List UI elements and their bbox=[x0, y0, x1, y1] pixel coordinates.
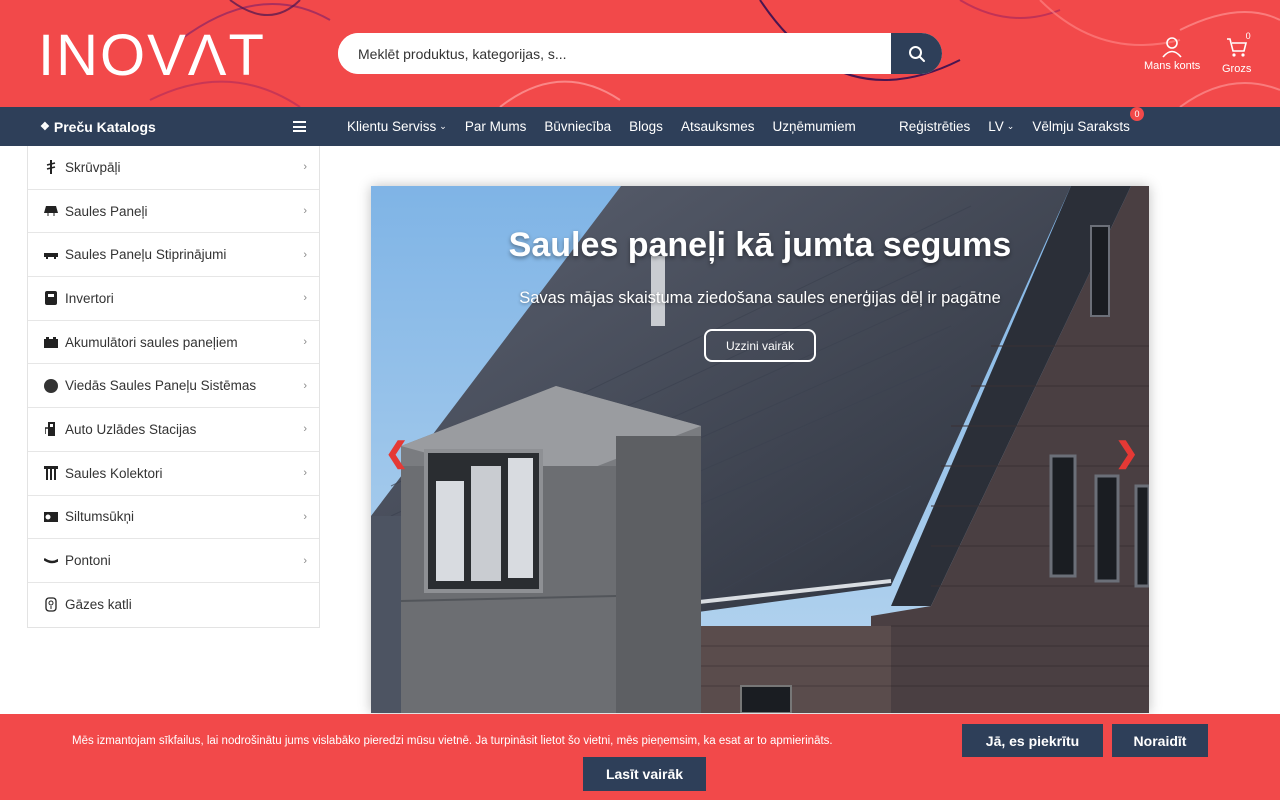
cart-icon-wrap: 0 bbox=[1226, 31, 1251, 61]
sidebar-item-skruvpali[interactable]: Skrūvpāļi › bbox=[28, 146, 319, 190]
cart-label: Grozs bbox=[1222, 63, 1252, 75]
category-sidebar: Skrūvpāļi › Saules Paneļi › Saules Paneļ… bbox=[27, 146, 320, 628]
cart-link[interactable]: 0 Grozs bbox=[1222, 31, 1252, 75]
chevron-right-icon: › bbox=[303, 467, 307, 480]
sidebar-item-label: Auto Uzlādes Stacijas bbox=[65, 421, 197, 437]
read-more-button[interactable]: Lasīt vairāk bbox=[583, 757, 706, 791]
search-icon bbox=[908, 45, 925, 62]
account-link[interactable]: Mans konts bbox=[1144, 36, 1200, 72]
wishlist-label: Vēlmju Saraksts bbox=[1032, 119, 1130, 134]
hero-slider: Saules paneļi kā jumta segums Savas māja… bbox=[371, 186, 1149, 713]
catalog-toggle[interactable]: ❖ Preču Katalogs bbox=[40, 107, 156, 146]
hero-subtitle: Savas mājas skaistuma ziedošana saules e… bbox=[519, 289, 1001, 307]
chevron-right-icon: › bbox=[303, 205, 307, 218]
sidebar-item-label: Akumulātori saules paneļiem bbox=[65, 334, 238, 350]
search-button[interactable] bbox=[891, 33, 942, 74]
cart-count-badge: 0 bbox=[1245, 31, 1251, 41]
sidebar-item-label: Saules Paneļi bbox=[65, 203, 148, 219]
cookie-text: Mēs izmantojam sīkfailus, lai nodrošināt… bbox=[72, 735, 833, 747]
nav-item-blogs[interactable]: Blogs bbox=[629, 119, 663, 134]
hero-house-image bbox=[371, 186, 1149, 713]
chevron-right-icon: › bbox=[303, 379, 307, 392]
site-header: INOVΛT Mans konts 0 Grozs bbox=[0, 0, 1280, 107]
nav-item-label: Būvniecība bbox=[544, 119, 612, 134]
search-input[interactable] bbox=[338, 33, 891, 74]
mount-icon bbox=[44, 248, 58, 262]
nav-menu: Klientu Serviss ⌄ Par Mums Būvniecība Blo… bbox=[347, 107, 874, 146]
register-label: Reģistrēties bbox=[899, 119, 971, 134]
battery-icon bbox=[44, 335, 58, 349]
chevron-right-icon: › bbox=[303, 248, 307, 261]
sidebar-item-stiprinajumi[interactable]: Saules Paneļu Stiprinājumi › bbox=[28, 233, 319, 278]
language-label: LV bbox=[988, 119, 1004, 134]
chevron-right-icon[interactable]: ❯ bbox=[1115, 436, 1138, 469]
hamburger-icon[interactable] bbox=[293, 121, 306, 132]
gas-boiler-icon bbox=[44, 597, 58, 612]
sidebar-item-siltumsukni[interactable]: Siltumsūkņi › bbox=[28, 496, 319, 540]
site-logo[interactable]: INOVΛT bbox=[38, 27, 266, 85]
chevron-down-icon: ⌄ bbox=[1006, 121, 1015, 131]
sidebar-item-saules-kolektori[interactable]: Saules Kolektori › bbox=[28, 452, 319, 496]
sidebar-item-label: Gāzes katli bbox=[65, 597, 132, 613]
pontoon-icon bbox=[44, 554, 58, 568]
cookie-consent-bar: Mēs izmantojam sīkfailus, lai nodrošināt… bbox=[0, 714, 1280, 800]
sidebar-item-gazes-katli[interactable]: Gāzes katli bbox=[28, 583, 319, 627]
sidebar-item-saules-paneli[interactable]: Saules Paneļi › bbox=[28, 190, 319, 234]
solar-panel-icon bbox=[44, 204, 58, 218]
chevron-right-icon: › bbox=[303, 510, 307, 523]
nav-item-buvnieciba[interactable]: Būvniecība bbox=[544, 119, 611, 134]
diamond-icon: ❖ bbox=[40, 121, 50, 133]
ev-charger-icon bbox=[44, 422, 58, 437]
decline-cookies-button[interactable]: Noraidīt bbox=[1112, 724, 1208, 757]
heat-pump-icon bbox=[44, 510, 58, 524]
sidebar-item-viedas-sistemas[interactable]: Viedās Saules Paneļu Sistēmas › bbox=[28, 364, 319, 409]
chevron-right-icon: › bbox=[303, 554, 307, 567]
chevron-down-icon: ⌄ bbox=[439, 121, 447, 131]
user-icon bbox=[1162, 37, 1182, 58]
nav-item-par-mums[interactable]: Par Mums bbox=[465, 119, 527, 134]
sidebar-item-label: Saules Kolektori bbox=[65, 465, 163, 481]
nav-item-label: Par Mums bbox=[464, 119, 527, 134]
nav-right: Reģistrēties LV ⌄ Vēlmju Saraksts bbox=[899, 107, 1148, 146]
chevron-right-icon: › bbox=[303, 336, 307, 349]
account-label: Mans konts bbox=[1144, 60, 1201, 72]
solar-collector-icon bbox=[44, 466, 58, 481]
chevron-right-icon: › bbox=[303, 423, 307, 436]
sidebar-item-invertori[interactable]: Invertori › bbox=[28, 277, 319, 321]
main-navbar: ❖ Preču Katalogs Klientu Serviss ⌄ Par Mu… bbox=[0, 107, 1280, 146]
sidebar-item-label: Saules Paneļu Stiprinājumi bbox=[65, 247, 227, 263]
nav-item-label: Blogs bbox=[629, 119, 663, 134]
wishlist-link[interactable]: Vēlmju Saraksts bbox=[1032, 119, 1130, 134]
nav-item-atsauksmes[interactable]: Atsauksmes bbox=[681, 119, 755, 134]
nav-item-uznemumiem[interactable]: Uzņēmumiem bbox=[772, 119, 855, 134]
sidebar-item-label: Viedās Saules Paneļu Sistēmas bbox=[65, 378, 257, 394]
sidebar-item-uzlades-stacijas[interactable]: Auto Uzlādes Stacijas › bbox=[28, 408, 319, 452]
accept-cookies-button[interactable]: Jā, es piekrītu bbox=[962, 724, 1103, 757]
sidebar-item-pontoni[interactable]: Pontoni › bbox=[28, 539, 319, 583]
search-bar bbox=[338, 33, 942, 74]
catalog-label: Preču Katalogs bbox=[53, 118, 156, 135]
cart-icon bbox=[1226, 38, 1247, 57]
nav-item-label: Uzņēmumiem bbox=[772, 119, 856, 134]
nav-item-klientu-serviss[interactable]: Klientu Serviss ⌄ bbox=[347, 119, 447, 134]
chevron-right-icon: › bbox=[303, 292, 307, 305]
smart-system-icon bbox=[44, 378, 58, 393]
chevron-left-icon[interactable]: ❮ bbox=[385, 436, 408, 469]
wishlist-count-badge: 0 bbox=[1130, 107, 1144, 121]
register-link[interactable]: Reģistrēties bbox=[899, 119, 970, 134]
sidebar-item-label: Invertori bbox=[65, 290, 114, 306]
learn-more-button[interactable]: Uzzini vairāk bbox=[704, 329, 816, 362]
sidebar-item-label: Pontoni bbox=[65, 553, 111, 569]
chevron-right-icon: › bbox=[303, 161, 307, 174]
inverter-icon bbox=[44, 291, 58, 306]
sidebar-item-label: Skrūvpāļi bbox=[65, 159, 121, 175]
nav-item-label: Atsauksmes bbox=[680, 119, 755, 134]
hero-title: Saules paneļi kā jumta segums bbox=[508, 226, 1012, 264]
nav-item-label: Klientu Serviss bbox=[347, 119, 437, 134]
screw-pile-icon bbox=[44, 160, 58, 175]
language-selector[interactable]: LV ⌄ bbox=[988, 119, 1014, 134]
sidebar-item-label: Siltumsūkņi bbox=[65, 509, 135, 525]
sidebar-item-akumulatori[interactable]: Akumulātori saules paneļiem › bbox=[28, 321, 319, 365]
